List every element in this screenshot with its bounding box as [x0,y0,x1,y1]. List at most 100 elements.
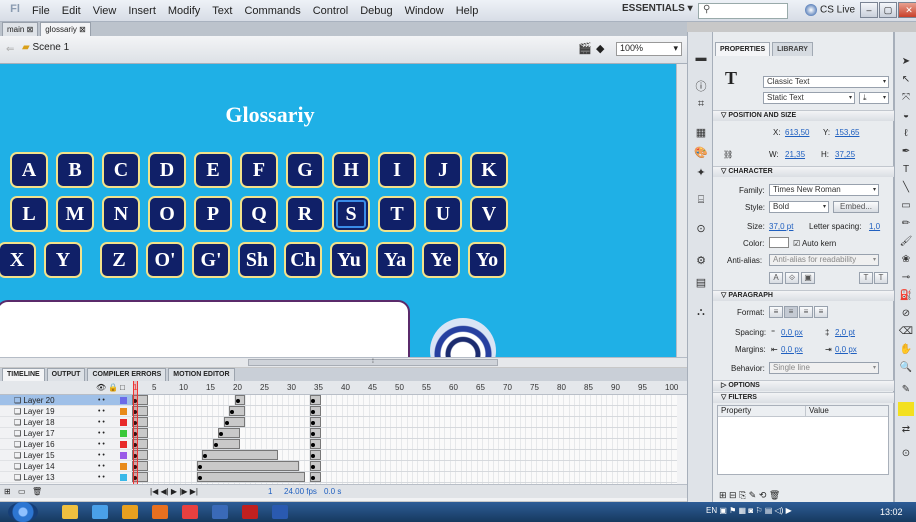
menu-text[interactable]: Text [206,0,238,22]
size-value[interactable]: 37,0 pt [769,222,793,231]
tab-compiler-errors[interactable]: COMPILER ERRORS [87,368,167,381]
footer-fps[interactable]: 24.00 fps [284,487,317,496]
letter-button-o[interactable]: O [148,196,186,232]
stage-vertical-scrollbar[interactable] [676,64,687,357]
letter-button-yo[interactable]: Yo [468,242,506,278]
swatches-icon[interactable]: 🎨 [693,146,709,162]
keyframe[interactable] [197,465,202,469]
layer-row[interactable]: ❑ Layer 18 • • [0,417,132,428]
info-icon[interactable]: ⓘ [693,78,709,94]
maximize-button[interactable]: ▢ [879,2,897,18]
tab-output[interactable]: OUTPUT [46,368,86,381]
text-engine-select[interactable]: Classic Text ▾ [763,76,889,88]
code-snippets-icon[interactable]: ⌸ [693,194,709,210]
align-left-icon[interactable]: ≡ [769,306,783,318]
h-value[interactable]: 37,25 [835,150,855,159]
letter-button-e[interactable]: E [194,152,232,188]
edit-symbols-icon[interactable]: ◆ [596,42,604,55]
layer-name[interactable]: Layer 14 [23,461,79,472]
swap-colors-icon[interactable]: ⇄ [898,424,914,438]
letter-button-l[interactable]: L [10,196,48,232]
layer-row[interactable]: ❑ Layer 15 • • [0,450,132,461]
menu-commands[interactable]: Commands [238,0,306,22]
menu-window[interactable]: Window [399,0,450,22]
letter-button-oq[interactable]: O' [146,242,184,278]
selection-tool-icon[interactable]: ➤ [898,56,914,70]
layer-row[interactable]: ❑ Layer 16 • • [0,439,132,450]
layer-row[interactable]: ❑ Layer 19 • • [0,406,132,417]
layer-outline-color[interactable] [120,474,127,481]
layer-row[interactable]: ❑ Layer 13 • • [0,472,132,483]
keyframe[interactable] [224,421,229,425]
tab-properties[interactable]: PROPERTIES [715,42,771,56]
letter-button-f[interactable]: F [240,152,278,188]
pencil-tool-icon[interactable]: ✏ [898,218,914,232]
eyedropper-tool-icon[interactable]: ⊘ [898,308,914,322]
section-options[interactable]: ▷ OPTIONS [713,380,894,391]
language-indicator[interactable]: EN [706,506,717,515]
section-position-size[interactable]: ▽ POSITION AND SIZE [713,110,894,121]
filters-table[interactable]: Property Value [717,405,889,475]
layer-outline-color[interactable] [120,441,127,448]
cs-live-button[interactable]: CS Live [805,4,855,16]
font-style-select[interactable]: Bold ▾ [769,201,829,213]
opera-icon[interactable] [182,505,198,519]
menu-insert[interactable]: Insert [122,0,162,22]
menu-debug[interactable]: Debug [354,0,398,22]
snap-icon[interactable]: ⊙ [898,448,914,462]
playhead[interactable] [133,381,138,484]
letter-button-yu[interactable]: Yu [330,242,368,278]
w-value[interactable]: 21,35 [785,150,805,159]
eye-icon[interactable]: 👁 [96,383,106,392]
bone-tool-icon[interactable]: ⊸ [898,272,914,286]
minimize-button[interactable]: – [860,2,878,18]
selectable-icon[interactable]: A [769,272,783,284]
letter-spacing-value[interactable]: 1,0 [869,222,880,231]
layer-outline-color[interactable] [120,452,127,459]
text-tool-icon[interactable]: T [898,164,914,178]
show-border-icon[interactable]: ▣ [801,272,815,284]
lock-width-height-icon[interactable]: ⛓ [723,150,733,159]
layer-row[interactable]: ❑ Layer 20 • • [0,395,132,406]
stage-canvas[interactable]: Glossariy A B C D E F G H I J K L M N O P Q R S T U V X Y Z O' G' S… [0,64,676,357]
superscript-icon[interactable]: T [859,272,873,284]
transform-icon[interactable]: ⌗ [693,98,709,114]
menu-view[interactable]: View [87,0,123,22]
letter-button-s[interactable]: S [332,196,370,232]
letter-button-k[interactable]: K [470,152,508,188]
color-icon[interactable]: ▦ [693,126,709,142]
stage-horizontal-scrollbar[interactable]: ⁞ [0,357,687,367]
close-icon[interactable]: ⊠ [79,25,86,34]
letter-button-p[interactable]: P [194,196,232,232]
letter-button-b[interactable]: B [56,152,94,188]
section-character[interactable]: ▽ CHARACTER [713,166,894,177]
keyframe[interactable] [235,399,240,403]
indent-value[interactable]: 0,0 px [781,328,803,337]
layer-visibility-dots[interactable]: • • [98,450,105,461]
menu-modify[interactable]: Modify [162,0,206,22]
pen-tool-icon[interactable]: ✒ [898,146,914,160]
chrome-icon[interactable] [122,505,138,519]
menu-edit[interactable]: Edit [56,0,87,22]
letter-button-g[interactable]: G [286,152,324,188]
layer-name[interactable]: Layer 15 [23,450,79,461]
left-margin-value[interactable]: 0,0 px [781,345,803,354]
keyframe[interactable] [214,443,218,447]
layer-outline-color[interactable] [120,408,127,415]
align-icon[interactable]: ▬ [693,52,709,68]
letter-button-v[interactable]: V [470,196,508,232]
letter-button-c[interactable]: C [102,152,140,188]
layer-outline-color[interactable] [120,430,127,437]
close-icon[interactable]: ⊠ [27,25,34,34]
layer-outline-color[interactable] [120,463,127,470]
letter-button-y[interactable]: Y [44,242,82,278]
letter-button-sh[interactable]: Sh [238,242,276,278]
layer-visibility-dots[interactable]: • • [98,461,105,472]
tab-timeline[interactable]: TIMELINE [2,368,45,381]
layer-name[interactable]: Layer 13 [23,472,79,483]
media-player-icon[interactable] [92,505,108,519]
letter-button-x[interactable]: X [0,242,36,278]
layer-visibility-dots[interactable]: • • [98,428,105,439]
workspace-switcher[interactable]: ESSENTIALS ▾ [622,3,693,14]
tray-icons[interactable]: ▣ ⚑ ▦ ◙ ⚐ ▤ ◁) ▶ [719,506,791,515]
